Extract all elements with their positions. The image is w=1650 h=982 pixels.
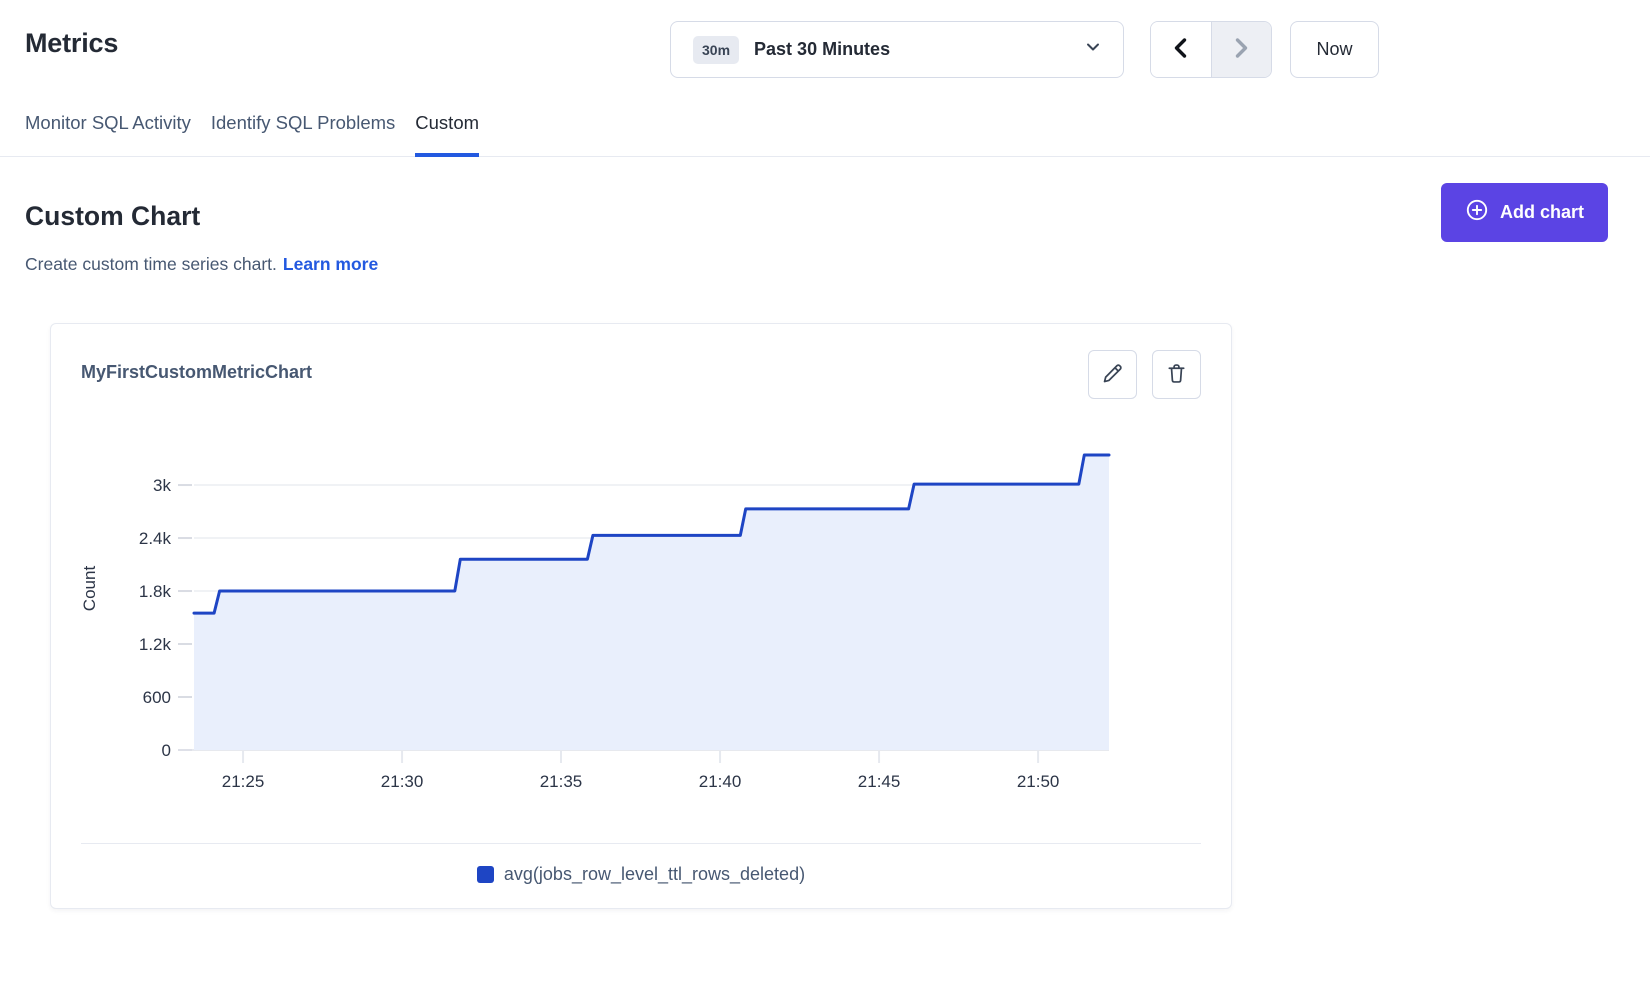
pencil-icon	[1101, 362, 1124, 388]
next-time-button[interactable]	[1211, 22, 1272, 77]
svg-text:3k: 3k	[153, 476, 171, 495]
svg-text:21:50: 21:50	[1017, 772, 1060, 791]
prev-time-button[interactable]	[1151, 22, 1211, 77]
legend-label: avg(jobs_row_level_ttl_rows_deleted)	[504, 864, 805, 885]
svg-text:2.4k: 2.4k	[139, 529, 172, 548]
svg-text:1.2k: 1.2k	[139, 635, 172, 654]
svg-text:600: 600	[143, 688, 171, 707]
custom-metric-chart-card: MyFirstCustomMetricChart 0 600 1.2k 1.8k 2.4…	[50, 323, 1232, 909]
now-button[interactable]: Now	[1290, 21, 1379, 78]
chart-card-header: MyFirstCustomMetricChart	[81, 350, 1201, 402]
svg-text:21:25: 21:25	[222, 772, 265, 791]
custom-chart-section: Custom Chart Create custom time series c…	[0, 157, 1650, 909]
tab-identify-sql-problems[interactable]: Identify SQL Problems	[211, 112, 395, 157]
learn-more-link[interactable]: Learn more	[283, 254, 378, 274]
chart-legend[interactable]: avg(jobs_row_level_ttl_rows_deleted)	[81, 864, 1201, 885]
trash-icon	[1165, 362, 1188, 388]
chevron-right-icon	[1230, 36, 1252, 63]
chart-title: MyFirstCustomMetricChart	[81, 362, 312, 383]
section-description: Create custom time series chart.Learn mo…	[25, 254, 1650, 275]
svg-text:21:30: 21:30	[381, 772, 424, 791]
chart-actions	[1088, 350, 1201, 399]
legend-swatch	[477, 866, 494, 883]
add-chart-button-label: Add chart	[1500, 202, 1584, 223]
svg-text:0: 0	[162, 741, 171, 760]
time-range-picker[interactable]: 30m Past 30 Minutes	[670, 21, 1124, 78]
time-range-label: Past 30 Minutes	[754, 39, 1083, 60]
page-header: Metrics 30m Past 30 Minutes Now Monitor …	[0, 0, 1650, 157]
chevron-left-icon	[1170, 36, 1192, 63]
add-chart-button[interactable]: Add chart	[1441, 183, 1608, 242]
chevron-down-icon	[1083, 37, 1103, 62]
delete-chart-button[interactable]	[1152, 350, 1201, 399]
section-title: Custom Chart	[25, 201, 1650, 232]
tab-monitor-sql-activity[interactable]: Monitor SQL Activity	[25, 112, 191, 157]
tab-custom[interactable]: Custom	[415, 112, 479, 157]
svg-text:21:35: 21:35	[540, 772, 583, 791]
svg-text:1.8k: 1.8k	[139, 582, 172, 601]
edit-chart-button[interactable]	[1088, 350, 1137, 399]
card-divider	[81, 843, 1201, 844]
time-range-badge: 30m	[693, 36, 739, 64]
page-title: Metrics	[25, 28, 118, 59]
custom-chart-plot[interactable]: 0 600 1.2k 1.8k 2.4k 3k 21:25 21:30 21:35 21:40 21…	[81, 412, 1203, 797]
time-step-button-group	[1150, 21, 1272, 78]
svg-text:21:45: 21:45	[858, 772, 901, 791]
svg-text:Count: Count	[81, 566, 99, 612]
svg-text:21:40: 21:40	[699, 772, 742, 791]
plus-circle-icon	[1465, 198, 1489, 227]
metrics-tabs: Monitor SQL Activity Identify SQL Proble…	[25, 112, 479, 157]
